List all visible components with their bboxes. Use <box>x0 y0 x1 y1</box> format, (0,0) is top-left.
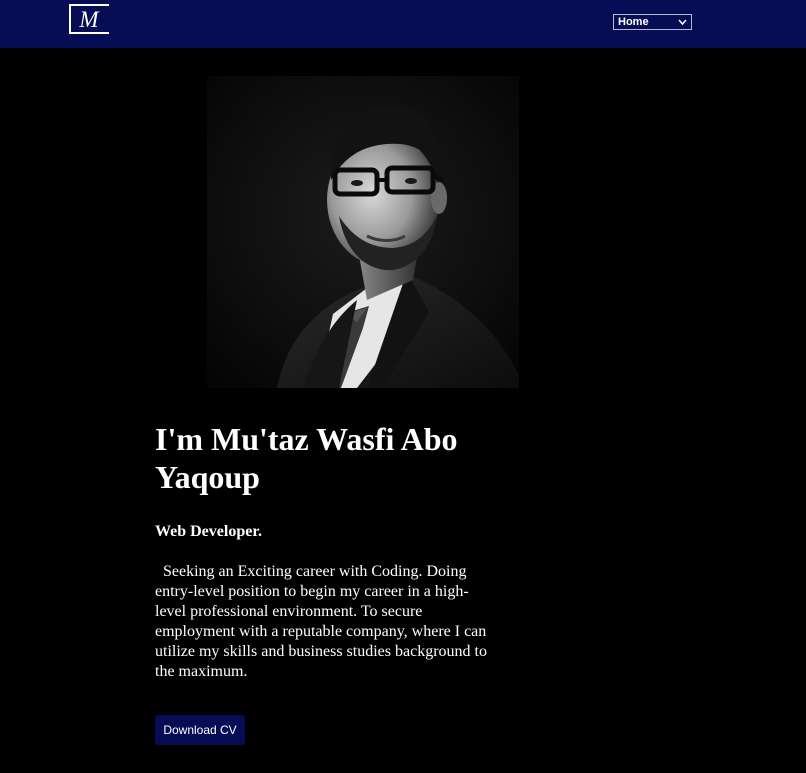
chevron-down-icon <box>678 19 687 26</box>
logo[interactable]: M <box>69 4 109 36</box>
top-navbar: M Home <box>0 0 806 48</box>
download-cv-button[interactable]: Download CV <box>155 715 245 745</box>
portrait-illustration <box>207 76 519 388</box>
nav-page-select[interactable]: Home <box>613 14 692 30</box>
logo-letter: M <box>79 7 99 32</box>
nav-select-value: Home <box>618 16 649 28</box>
profile-photo <box>207 76 519 388</box>
hero-role: Web Developer. <box>155 523 262 540</box>
hero-name: I'm Mu'taz Wasfi Abo Yaqoup <box>155 421 458 495</box>
hero-bio: Seeking an Exciting career with Coding. … <box>155 563 491 680</box>
